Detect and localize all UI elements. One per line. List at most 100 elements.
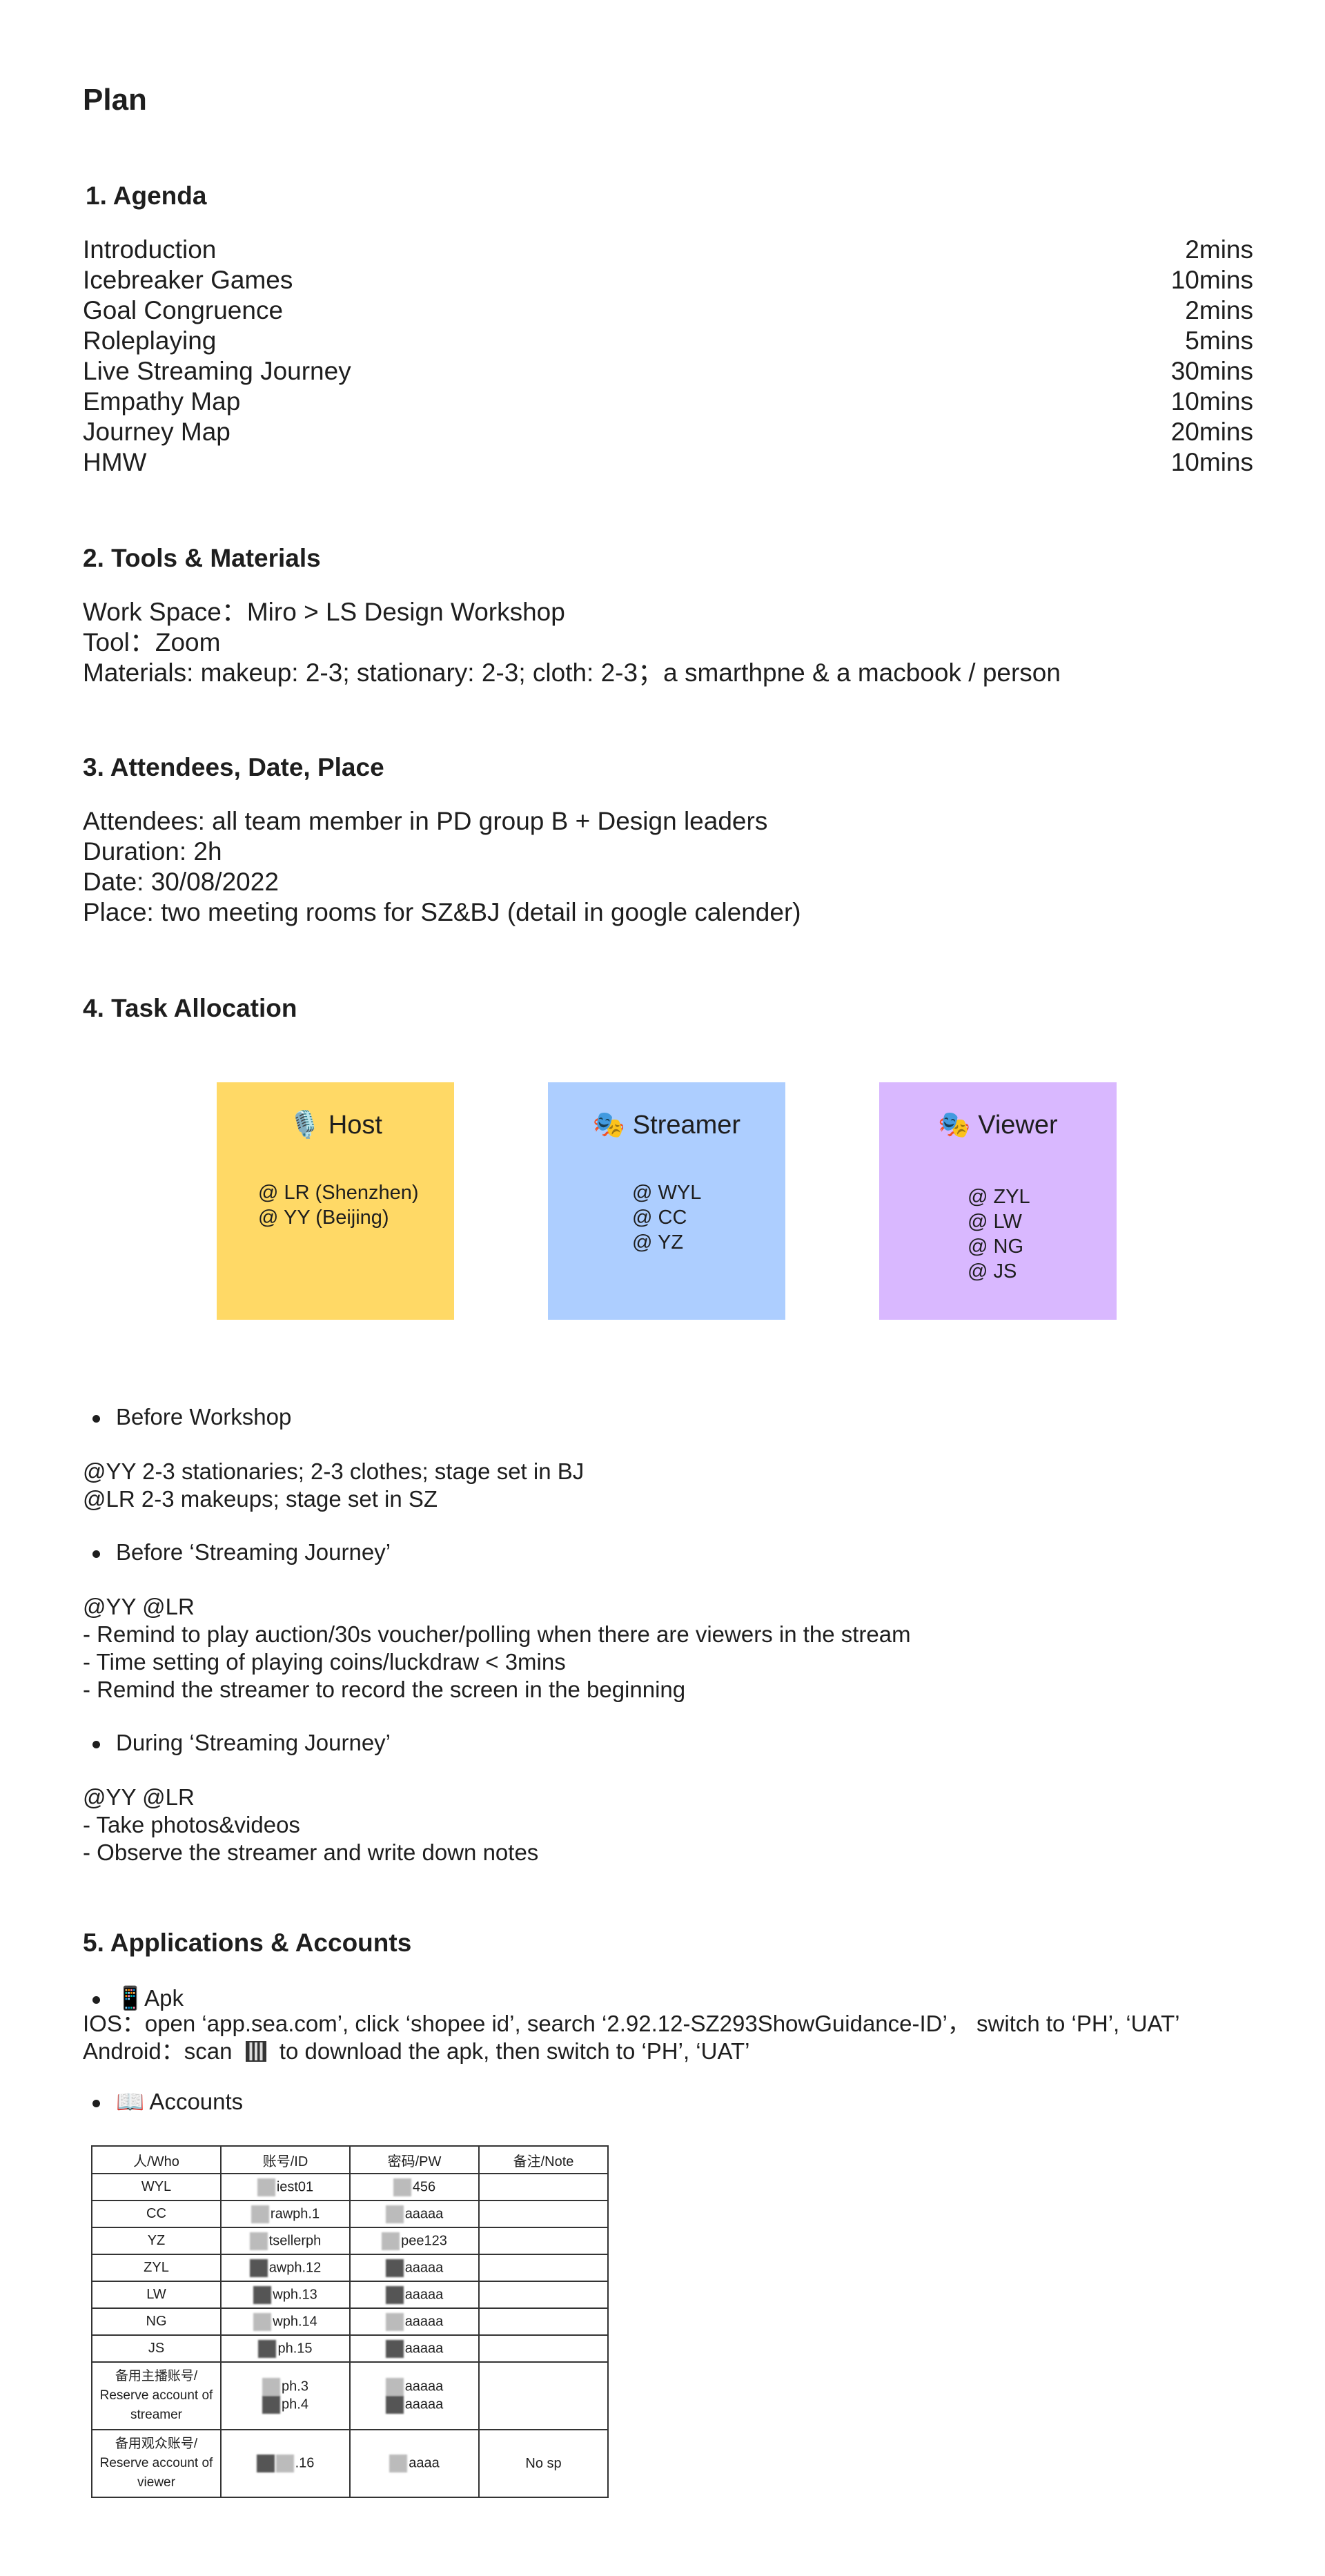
- sticky-members: @ LR (Shenzhen) @ YY (Beijing): [258, 1180, 419, 1230]
- agenda-item-name: Live Streaming Journey: [83, 357, 351, 385]
- pw-cell: aaaaa: [349, 2254, 480, 2282]
- bullet-before-journey: Before ‘Streaming Journey’: [92, 1539, 391, 1565]
- agenda-item-time: 10mins: [1170, 448, 1253, 476]
- attendees-lines: Attendees: all team member in PD group B…: [83, 806, 801, 928]
- android-instruction: Android：scan to download the apk, then s…: [83, 2038, 1180, 2065]
- pw-cell: aaaaa: [349, 2307, 480, 2336]
- redaction-mark: [385, 2285, 404, 2304]
- redaction-mark: [382, 2232, 400, 2250]
- id-cell: .16: [220, 2429, 351, 2498]
- agenda-heading: 1. Agenda: [86, 182, 207, 210]
- redaction-mark: [249, 2258, 268, 2277]
- note-cell: [478, 2307, 609, 2336]
- agenda-item-name: Goal Congruence: [83, 296, 284, 324]
- before-workshop-lines: @YY 2-3 stationaries; 2-3 clothes; stage…: [83, 1458, 584, 1513]
- accounts-table: 人/Who 账号/ID 密码/PW 备注/Note WYL iest01 456…: [91, 2145, 609, 2498]
- task-line: - Remind to play auction/30s voucher/pol…: [83, 1621, 911, 1647]
- task-line: @LR 2-3 makeups; stage set in SZ: [83, 1486, 438, 1512]
- pw-cell: pee123: [349, 2227, 480, 2255]
- agenda-item: Roleplaying 5mins: [83, 326, 1253, 356]
- agenda-list: Introduction 2mins Icebreaker Games 10mins…: [83, 235, 1253, 478]
- tools-line: Tool：Zoom: [83, 628, 221, 656]
- tools-lines: Work Space：Miro > LS Design Workshop Too…: [83, 597, 1061, 688]
- agenda-item-name: Icebreaker Games: [83, 266, 293, 294]
- pw-cell: aaaa: [349, 2429, 480, 2498]
- id-cell: ph.3 ph.4: [220, 2361, 351, 2430]
- sticky-members: @ WYL @ CC @ YZ: [632, 1180, 701, 1255]
- member-mention: @ WYL: [632, 1182, 702, 1204]
- attendees-line: Duration: 2h: [83, 837, 222, 866]
- member-mention: @ YY (Beijing): [258, 1207, 389, 1229]
- sticky-note-viewer: 🎭 Viewer @ ZYL @ LW @ NG @ JS: [879, 1082, 1117, 1320]
- redaction-mark: [253, 2285, 272, 2304]
- table-row: WYL iest01 456: [91, 2173, 609, 2201]
- id-cell: ph.15: [220, 2334, 351, 2363]
- note-cell: [478, 2254, 609, 2282]
- table-row: NG wph.14 aaaaa: [91, 2307, 609, 2336]
- agenda-item-time: 5mins: [1185, 326, 1253, 355]
- android-suffix: to download the apk, then switch to ‘PH’…: [279, 2038, 750, 2064]
- agenda-item-time: 20mins: [1170, 418, 1253, 446]
- id-cell: iest01: [220, 2173, 351, 2201]
- pw-cell: 456: [349, 2173, 480, 2201]
- attendees-line: Date: 30/08/2022: [83, 868, 279, 896]
- agenda-item-time: 2mins: [1185, 296, 1253, 324]
- redaction-mark: [262, 2396, 281, 2414]
- id-cell: awph.12: [220, 2254, 351, 2282]
- android-prefix: Android：scan: [83, 2038, 233, 2064]
- task-line: - Time setting of playing coins/luckdraw…: [83, 1649, 566, 1675]
- sticky-title: 🎭 Streamer: [592, 1111, 741, 1140]
- bullet-before-workshop: Before Workshop: [92, 1404, 292, 1430]
- table-row: LW wph.13 aaaaa: [91, 2281, 609, 2309]
- redaction-mark: [385, 2378, 404, 2396]
- column-header: 密码/PW: [349, 2145, 480, 2174]
- agenda-item-time: 10mins: [1170, 266, 1253, 294]
- table-header-row: 人/Who 账号/ID 密码/PW 备注/Note: [91, 2145, 609, 2174]
- redaction-mark: [253, 2312, 272, 2331]
- qr-code-icon[interactable]: [245, 2041, 266, 2062]
- agenda-item-name: Empathy Map: [83, 387, 241, 416]
- redaction-mark: [258, 2339, 277, 2358]
- task-line: - Take photos&videos: [83, 1812, 300, 1837]
- table-row: 备用主播账号/ Reserve account of streamer ph.3…: [91, 2361, 609, 2430]
- note-cell: No sp: [478, 2429, 609, 2498]
- apk-instructions: IOS：open ‘app.sea.com’, click ‘shopee id…: [83, 2010, 1180, 2065]
- pw-cell: aaaaa: [349, 2200, 480, 2228]
- task-line: - Observe the streamer and write down no…: [83, 1840, 539, 1865]
- agenda-item-time: 2mins: [1185, 235, 1253, 264]
- table-row: 备用观众账号/ Reserve account of viewer .16 aa…: [91, 2429, 609, 2498]
- agenda-item-name: HMW: [83, 448, 147, 476]
- during-journey-lines: @YY @LR - Take photos&videos - Observe t…: [83, 1784, 538, 1866]
- task-line: @YY 2-3 stationaries; 2-3 clothes; stage…: [83, 1458, 585, 1484]
- agenda-item: Empathy Map 10mins: [83, 387, 1253, 417]
- id-cell: wph.13: [220, 2281, 351, 2309]
- task-line: @YY @LR: [83, 1784, 195, 1810]
- tools-line: Materials: makeup: 2-3; stationary: 2-3;…: [83, 658, 1061, 687]
- attendees-heading: 3. Attendees, Date, Place: [83, 753, 384, 781]
- member-mention: @ YZ: [632, 1231, 684, 1253]
- column-header: 备注/Note: [478, 2145, 609, 2174]
- redaction-mark: [249, 2232, 268, 2250]
- reserve-viewer-label: 备用观众账号/ Reserve account of viewer: [91, 2429, 222, 2498]
- reserve-streamer-label: 备用主播账号/ Reserve account of streamer: [91, 2361, 222, 2430]
- member-mention: @ ZYL: [968, 1186, 1030, 1208]
- who-cell: ZYL: [91, 2254, 222, 2282]
- sticky-note-host: 🎙️ Host @ LR (Shenzhen) @ YY (Beijing): [217, 1082, 454, 1320]
- task-line: - Remind the streamer to record the scre…: [83, 1677, 686, 1702]
- before-journey-lines: @YY @LR - Remind to play auction/30s vou…: [83, 1593, 911, 1704]
- redaction-mark: [385, 2339, 404, 2358]
- member-mention: @ JS: [968, 1260, 1017, 1282]
- pw-cell: aaaaa aaaaa: [349, 2361, 480, 2430]
- bullet-apk: 📱Apk: [92, 1985, 184, 2011]
- agenda-item-name: Roleplaying: [83, 326, 217, 355]
- bullet-accounts: 📖 Accounts: [92, 2089, 244, 2114]
- table-row: YZ tsellerph pee123: [91, 2227, 609, 2255]
- redaction-mark: [275, 2455, 294, 2472]
- note-cell: [478, 2173, 609, 2201]
- agenda-item-time: 30mins: [1170, 357, 1253, 385]
- table-row: JS ph.15 aaaaa: [91, 2334, 609, 2363]
- pw-cell: aaaaa: [349, 2281, 480, 2309]
- id-cell: tsellerph: [220, 2227, 351, 2255]
- who-cell: LW: [91, 2281, 222, 2309]
- member-mention: @ CC: [632, 1207, 687, 1229]
